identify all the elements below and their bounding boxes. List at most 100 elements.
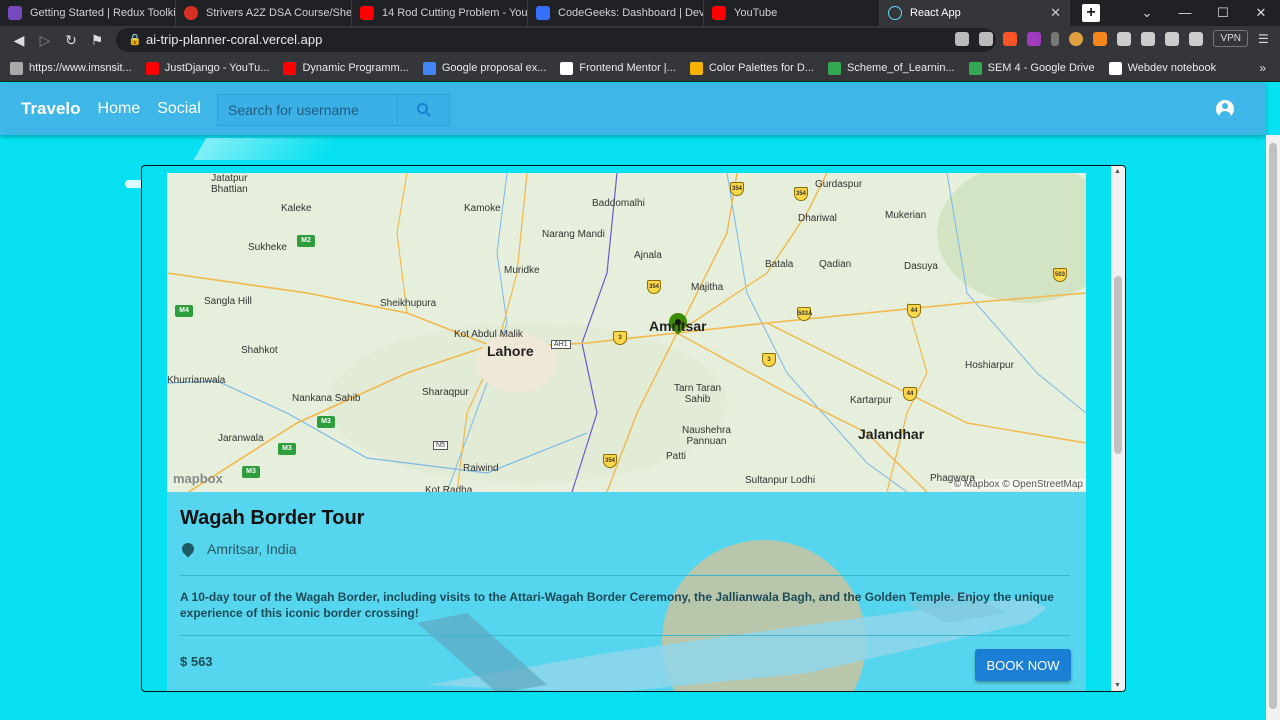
bookmark-label: Color Palettes for D... <box>708 62 814 74</box>
brand-logo[interactable]: Travelo <box>21 99 81 119</box>
bookmark-item[interactable]: https://www.imsnsit... <box>10 61 132 75</box>
location-text: Amritsar, India <box>207 541 297 557</box>
nav-social[interactable]: Social <box>157 100 201 118</box>
bookmark-icon[interactable]: ⚑ <box>84 32 110 49</box>
scrollbar-thumb[interactable] <box>1269 143 1277 709</box>
motorway-shield: M3 <box>242 466 260 478</box>
scroll-up-icon[interactable]: ▲ <box>1114 168 1121 175</box>
map-place-label: Mukerian <box>885 210 927 221</box>
brave-rewards-icon[interactable] <box>1027 31 1042 46</box>
youtube-icon <box>712 6 726 20</box>
highway-shield: 3 <box>613 331 627 345</box>
book-now-button[interactable]: BOOK NOW <box>975 649 1071 681</box>
modal-scrollbar-thumb[interactable] <box>1114 276 1122 454</box>
map-place-label: Baddomalhi <box>592 198 645 209</box>
highway-shield: 44 <box>907 304 921 318</box>
map-place-label: Jaranwala <box>218 433 264 444</box>
bookmark-favicon-icon <box>689 61 703 75</box>
puzzle-icon[interactable] <box>1117 31 1132 46</box>
bookmark-item[interactable]: Color Palettes for D... <box>689 61 814 75</box>
bookmark-item[interactable]: Frontend Mentor |... <box>560 61 676 75</box>
bookmark-favicon-icon <box>968 61 982 75</box>
playlist-icon[interactable] <box>1141 31 1156 46</box>
browser-tab[interactable]: YouTube <box>704 0 880 26</box>
bookmark-item[interactable]: Dynamic Programm... <box>283 61 409 75</box>
mapbox-logo[interactable]: mapbox <box>173 471 223 486</box>
bookmark-item[interactable]: Scheme_of_Learnin... <box>827 61 955 75</box>
tour-description: A 10-day tour of the Wagah Border, inclu… <box>180 590 1054 620</box>
react-icon <box>888 6 902 20</box>
bookmarks-overflow-icon[interactable]: » <box>1259 61 1266 75</box>
map-place-label: Kot Abdul Malik <box>454 329 523 340</box>
vpn-button[interactable]: VPN <box>1213 30 1248 47</box>
url-field[interactable]: 🔒 ai-trip-planner-coral.vercel.app <box>116 28 996 52</box>
close-window-icon[interactable]: ✕ <box>1242 0 1280 26</box>
highway-shield: 503A <box>797 307 812 321</box>
map-place-label: Raiwind <box>463 463 499 474</box>
bookmark-label: https://www.imsnsit... <box>29 62 132 74</box>
map-place-label: Muridke <box>504 265 540 276</box>
browser-tab-active[interactable]: React App ✕ <box>880 0 1070 26</box>
bookmark-favicon-icon <box>560 61 574 75</box>
map-place-label: Ajnala <box>634 250 662 261</box>
bookmark-favicon-icon <box>283 61 297 75</box>
search-button[interactable] <box>398 95 449 125</box>
bookmark-item[interactable]: Webdev notebook <box>1108 61 1216 75</box>
map-place-label: Majitha <box>691 282 724 293</box>
tab-title: 14 Rod Cutting Problem - YouTu <box>382 7 528 19</box>
divider <box>180 575 1070 576</box>
location-pin-icon <box>179 540 197 558</box>
account-icon[interactable] <box>1216 100 1234 118</box>
map-place-label: Sukheke <box>248 242 287 253</box>
lock-icon: 🔒 <box>128 34 142 46</box>
bookmark-item[interactable]: SEM 4 - Google Drive <box>968 61 1095 75</box>
highway-shield: 503 <box>1053 268 1067 282</box>
map-view[interactable]: mapbox © Mapbox © OpenStreetMap Jatatpur… <box>167 173 1086 492</box>
tour-price: $ 563 <box>180 654 213 669</box>
wallet-icon[interactable] <box>1189 31 1204 46</box>
youtube-icon <box>360 6 374 20</box>
new-tab-button[interactable]: + <box>1082 4 1100 22</box>
menu-icon[interactable]: ☰ <box>1258 32 1272 46</box>
tab-title: React App <box>910 7 961 19</box>
page-scrollbar[interactable] <box>1266 135 1280 720</box>
scroll-down-icon[interactable]: ▼ <box>1114 682 1121 689</box>
search-input[interactable] <box>218 95 398 125</box>
share-icon[interactable] <box>979 31 994 46</box>
striver-icon <box>184 6 198 20</box>
devfolio-icon <box>536 6 550 20</box>
username-search <box>217 94 450 126</box>
browser-tab[interactable]: 14 Rod Cutting Problem - YouTu <box>352 0 528 26</box>
sidebar-icon[interactable] <box>1165 31 1180 46</box>
tab-search-icon[interactable]: ⌄ <box>1128 0 1166 26</box>
maximize-icon[interactable]: ☐ <box>1204 0 1242 26</box>
nav-home[interactable]: Home <box>98 100 141 118</box>
bookmark-favicon-icon <box>10 61 23 75</box>
map-place-label: Sharaqpur <box>422 387 469 398</box>
tour-card: mapbox © Mapbox © OpenStreetMap Jatatpur… <box>167 173 1086 691</box>
reload-icon[interactable]: ↻ <box>58 32 84 49</box>
window-controls: ⌄ — ☐ ✕ <box>1128 0 1280 26</box>
map-place-label: Sheikhupura <box>380 298 437 309</box>
bookmark-item[interactable]: JustDjango - YouTu... <box>145 61 269 75</box>
back-icon[interactable]: ◀ <box>6 32 32 49</box>
bookmark-label: Frontend Mentor |... <box>579 62 676 74</box>
bookmark-item[interactable]: Google proposal ex... <box>422 61 547 75</box>
extension-icon[interactable] <box>1069 31 1084 46</box>
minimize-icon[interactable]: — <box>1166 0 1204 26</box>
close-tab-icon[interactable]: ✕ <box>1050 5 1061 21</box>
modal-scrollbar[interactable]: ▲ ▼ <box>1111 166 1125 691</box>
brave-shield-icon[interactable] <box>1003 31 1018 46</box>
motorway-shield: M4 <box>175 305 193 317</box>
download-icon[interactable] <box>955 31 970 46</box>
map-place-label: Patti <box>666 451 687 462</box>
browser-tab[interactable]: Getting Started | Redux Toolkit <box>0 0 176 26</box>
highway-shield: 354 <box>794 187 808 201</box>
forward-icon[interactable]: ▷ <box>32 32 58 49</box>
highway-shield: 44 <box>903 387 917 401</box>
metamask-icon[interactable] <box>1093 31 1108 46</box>
browser-tab[interactable]: CodeGeeks: Dashboard | Devfoli <box>528 0 704 26</box>
browser-tab[interactable]: Strivers A2Z DSA Course/Sheet - <box>176 0 352 26</box>
extension-icon[interactable] <box>1051 31 1060 46</box>
bookmark-label: Google proposal ex... <box>441 62 547 74</box>
